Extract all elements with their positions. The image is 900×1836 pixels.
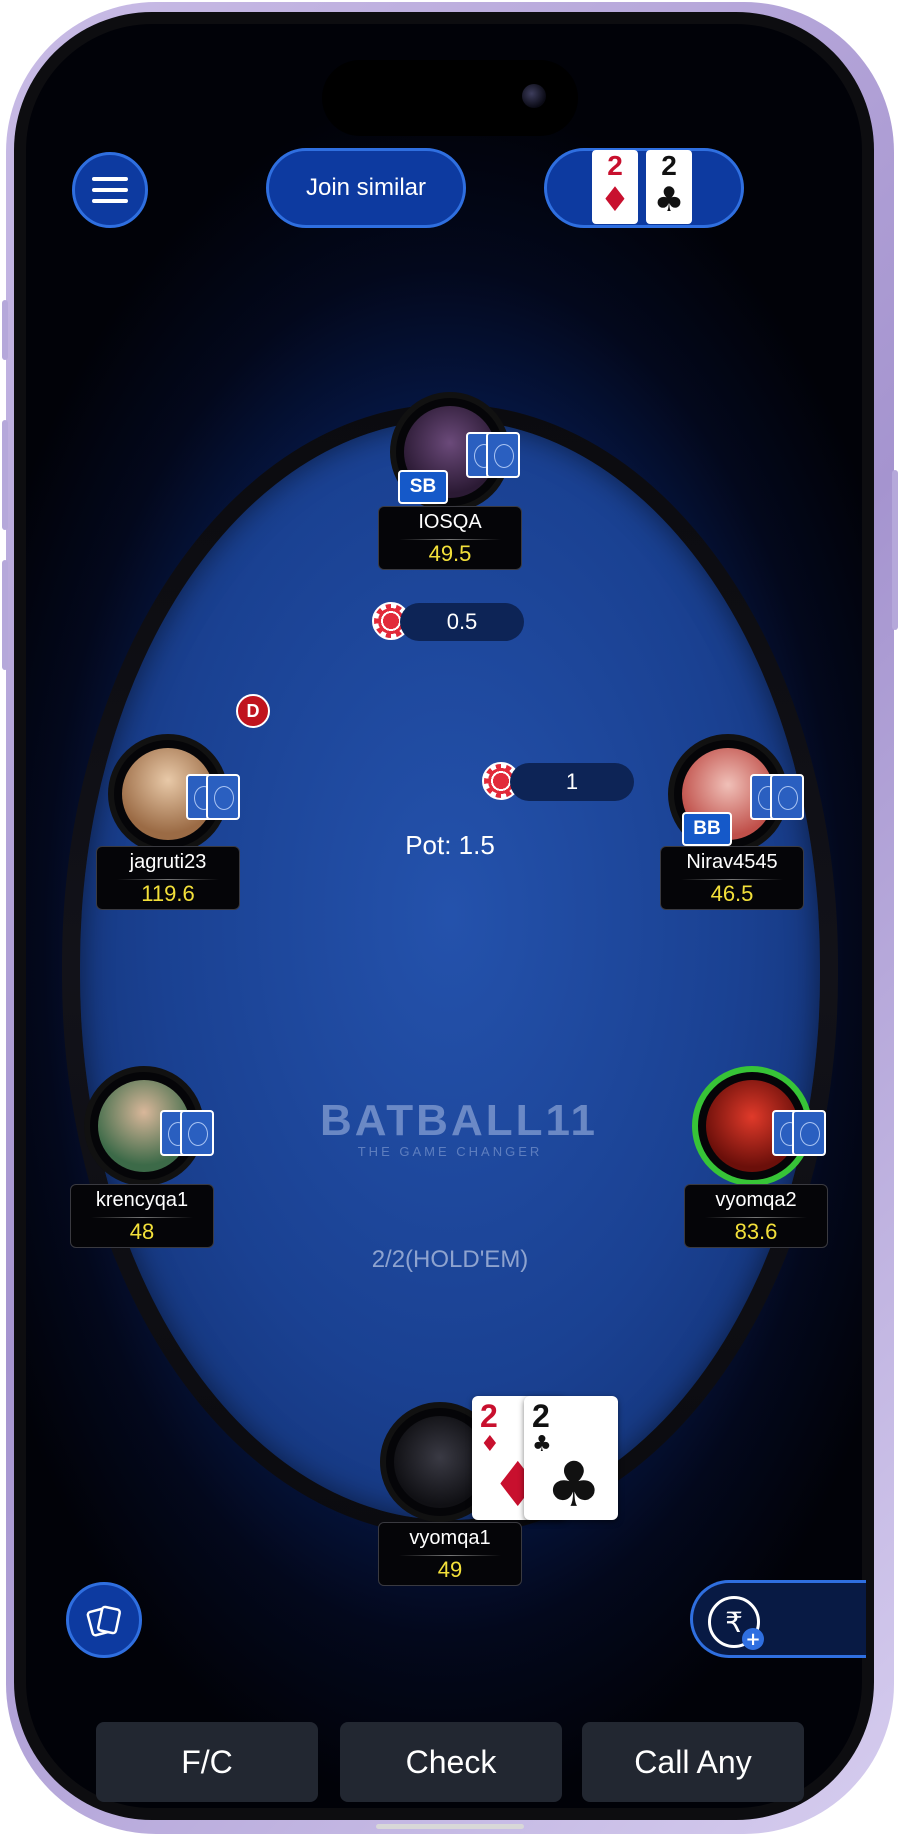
home-indicator <box>376 1824 524 1829</box>
big-blind-badge: BB <box>682 812 732 846</box>
player-nameplate-vyomqa2: vyomqa2 83.6 <box>684 1184 828 1248</box>
hero-card-1-rank: 2 <box>480 1398 498 1434</box>
call-any-button[interactable]: Call Any <box>582 1722 804 1802</box>
fold-check-label: F/C <box>181 1743 233 1780</box>
bet-amount-iosqa: 0.5 <box>400 603 524 641</box>
call-any-label: Call Any <box>634 1743 752 1780</box>
player-stack: 49 <box>437 1557 463 1582</box>
join-similar-button[interactable]: Join similar <box>266 148 466 228</box>
game-info: 2/2(HOLD'EM) <box>371 1246 529 1273</box>
player-stack: 46.5 <box>710 881 754 906</box>
nameplate-divider <box>399 539 501 540</box>
card-back-icon <box>770 774 804 820</box>
hero-card-2-suit: ♣ <box>546 1448 602 1521</box>
hand-preview-card-1-suit: ♦ <box>599 180 631 220</box>
card-back-icon <box>206 774 240 820</box>
player-name: vyomqa1 <box>409 1527 491 1549</box>
player-stack: 48 <box>129 1219 155 1244</box>
player-name: vyomqa2 <box>715 1189 797 1211</box>
brand-tagline: THE GAME CHANGER <box>357 1144 543 1159</box>
check-button[interactable]: Check <box>340 1722 562 1802</box>
nameplate-divider <box>681 879 783 880</box>
table-felt <box>80 420 820 1520</box>
player-stack: 49.5 <box>428 541 472 566</box>
camera-icon <box>522 84 546 108</box>
hand-preview-card-1-rank: 2 <box>607 150 623 181</box>
phone-volume-down <box>2 560 8 670</box>
player-nameplate-iosqa: IOSQA 49.5 <box>378 506 522 570</box>
plus-icon: + <box>742 1628 764 1650</box>
join-similar-label: Join similar <box>305 174 427 201</box>
phone-side-button <box>2 300 8 360</box>
card-back-icon <box>180 1110 214 1156</box>
player-name: krencyqa1 <box>95 1189 189 1211</box>
phone-power-button <box>892 470 898 630</box>
player-name: IOSQA <box>418 511 482 533</box>
card-back-icon <box>486 432 520 478</box>
check-label: Check <box>405 1743 497 1780</box>
bet-amount-nirav4545: 1 <box>510 763 634 801</box>
player-nameplate-nirav4545: Nirav4545 46.5 <box>660 846 804 910</box>
player-name: jagruti23 <box>129 851 207 873</box>
nameplate-divider <box>91 1217 193 1218</box>
card-back-icon <box>792 1110 826 1156</box>
hand-preview-card-1: 2 ♦ <box>592 150 638 224</box>
hero-card-2-rank: 2 <box>532 1398 550 1434</box>
hamburger-icon <box>92 177 128 203</box>
nameplate-divider <box>705 1217 807 1218</box>
brand-logo: BATBALL11 <box>320 1096 598 1145</box>
player-nameplate-krencyqa1: krencyqa1 48 <box>70 1184 214 1248</box>
hand-preview-card-2-suit: ♣ <box>653 180 685 220</box>
dealer-button: D <box>236 694 270 728</box>
player-nameplate-vyomqa1: vyomqa1 49 <box>378 1522 522 1586</box>
player-stack: 119.6 <box>141 881 195 906</box>
player-name: Nirav4545 <box>686 851 778 873</box>
small-blind-badge: SB <box>398 470 448 504</box>
menu-button[interactable] <box>72 152 148 228</box>
rupee-symbol: ₹ <box>725 1605 743 1639</box>
hand-history-button[interactable] <box>66 1582 142 1658</box>
hand-preview-card-2-rank: 2 <box>661 150 677 181</box>
cards-icon <box>86 1605 121 1637</box>
player-stack: 83.6 <box>734 1219 778 1244</box>
hero-card-2[interactable]: 2 ♣ ♣ <box>524 1396 618 1521</box>
phone-volume-up <box>2 420 8 530</box>
hand-preview-button[interactable] <box>544 148 744 228</box>
nameplate-divider <box>117 879 219 880</box>
fold-check-button[interactable]: F/C <box>96 1722 318 1802</box>
player-nameplate-jagruti23: jagruti23 119.6 <box>96 846 240 910</box>
nameplate-divider <box>399 1555 501 1556</box>
hand-preview-card-2: 2 ♣ <box>646 150 692 224</box>
pot-label: Pot: 1.5 <box>405 830 495 860</box>
